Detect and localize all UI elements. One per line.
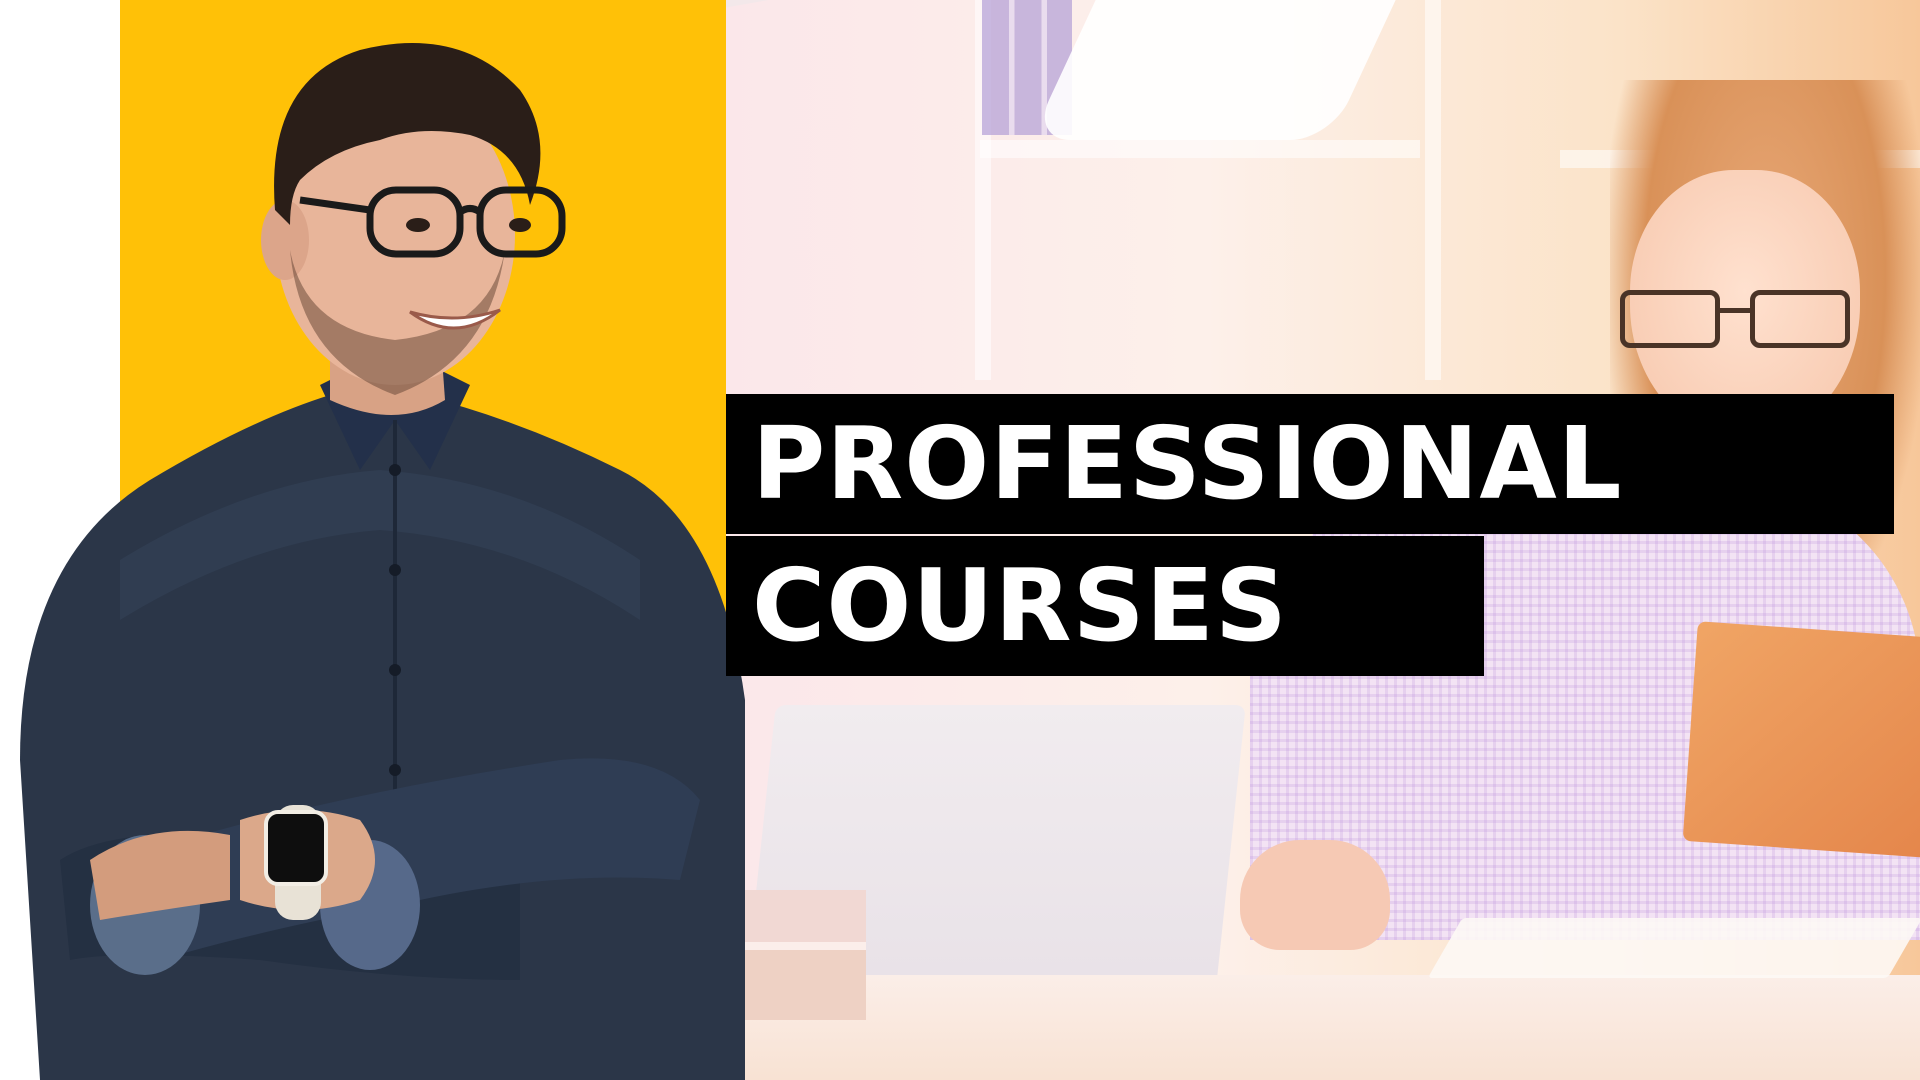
headline: PROFESSIONAL COURSES (726, 394, 1894, 676)
woman-glasses (1620, 290, 1860, 356)
paper-sheet (1427, 918, 1920, 978)
bookshelf-shelf (980, 140, 1420, 158)
smartwatch-face (264, 810, 328, 886)
headline-line-1: PROFESSIONAL (726, 394, 1894, 534)
man-with-glasses (20, 43, 745, 1080)
headline-line-2: COURSES (726, 536, 1484, 676)
thumbnail-canvas: PROFESSIONAL COURSES (0, 0, 1920, 1080)
bookshelf-post (1425, 0, 1441, 380)
desk (726, 975, 1920, 1080)
woman-hand (1240, 840, 1390, 950)
